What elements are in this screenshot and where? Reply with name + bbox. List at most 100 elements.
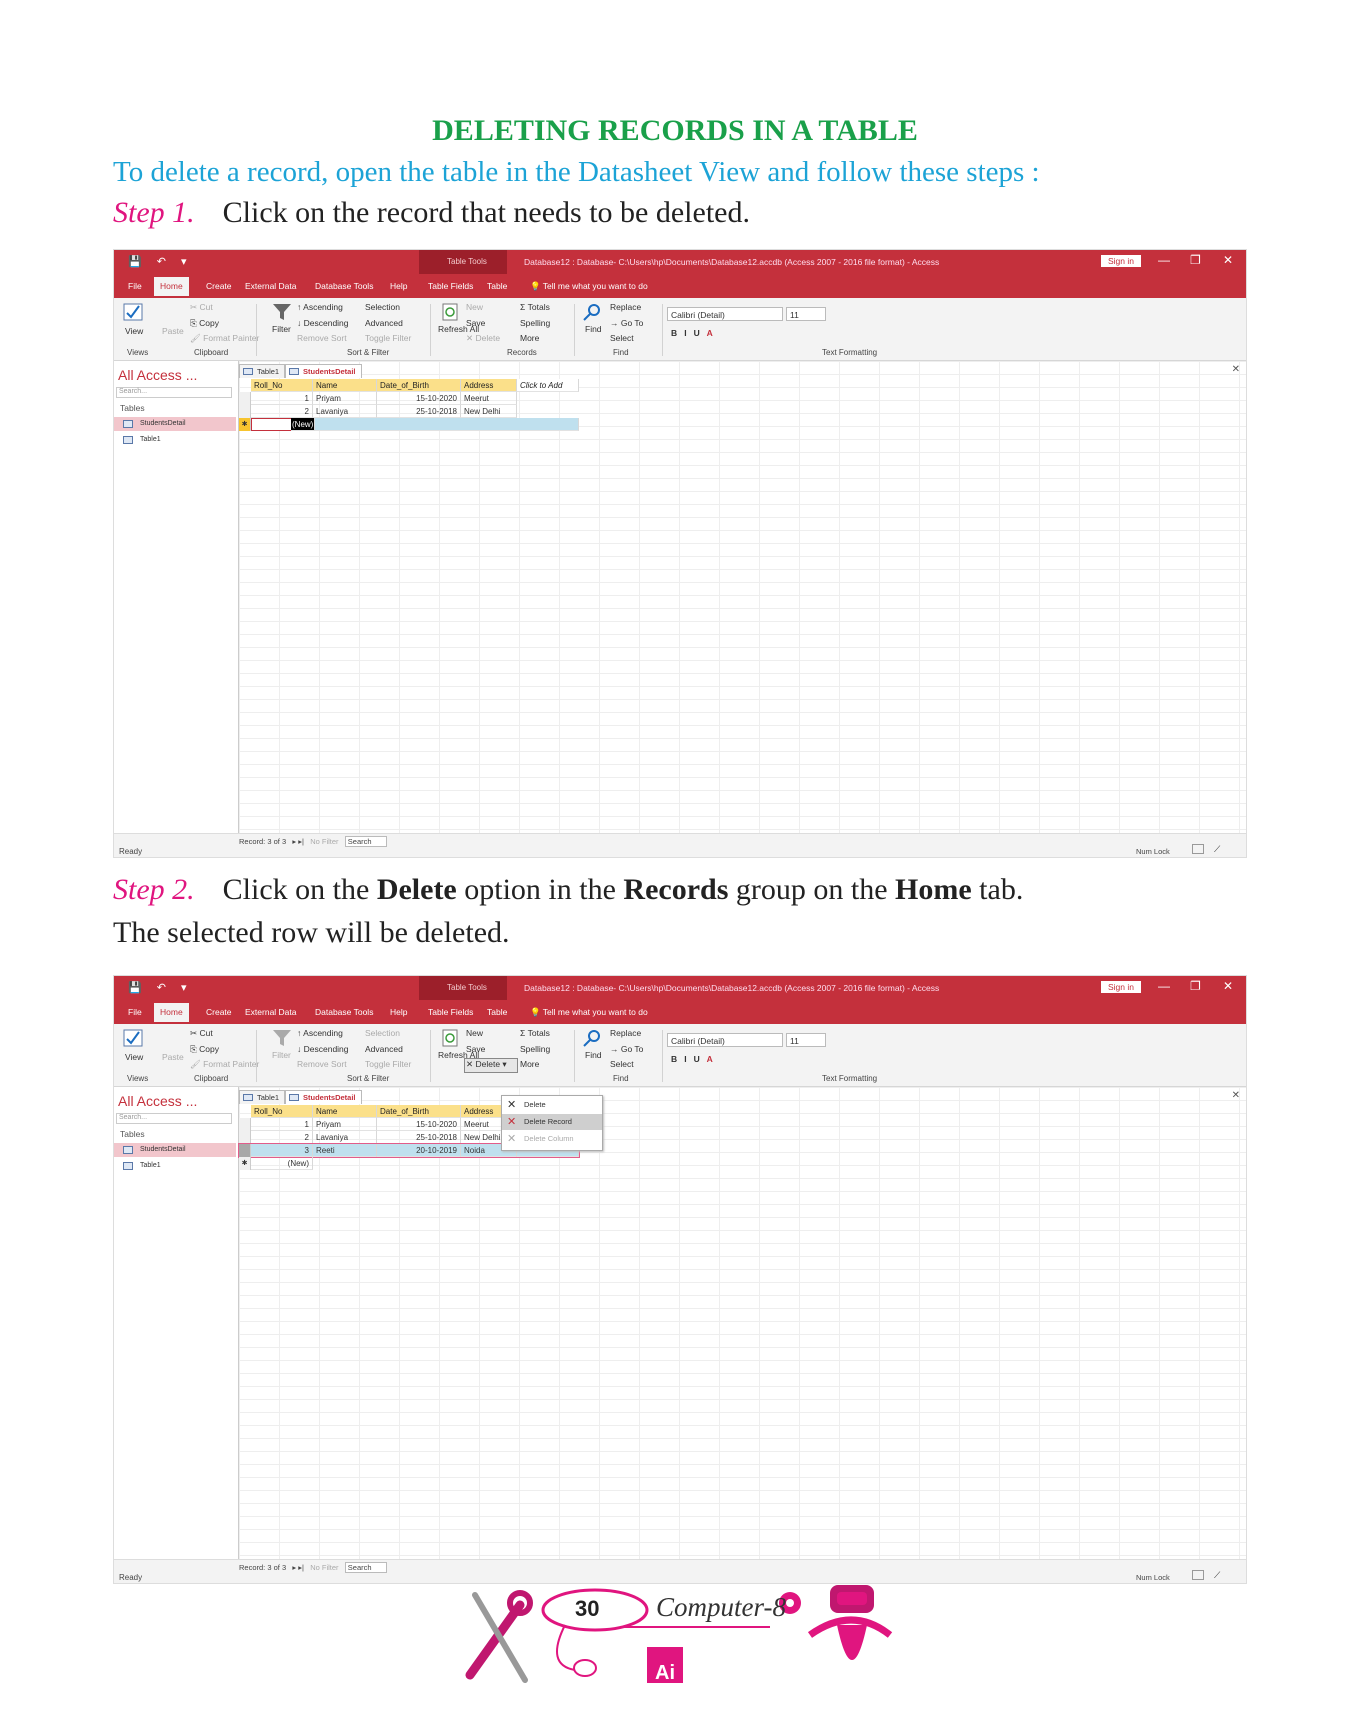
quick-access-icons[interactable]: 💾 ↶ ▾ [128, 255, 193, 268]
col-name[interactable]: Name [313, 1105, 377, 1118]
doc-tab-studentsdetail[interactable]: StudentsDetail [285, 1090, 362, 1104]
nav-item-studentsdetail[interactable]: StudentsDetail [114, 417, 236, 431]
select-button[interactable]: Select [610, 333, 634, 343]
nav-search-input[interactable]: Search... [116, 1113, 232, 1124]
col-dob[interactable]: Date_of_Birth [377, 379, 461, 392]
toggle-filter-button[interactable]: Toggle Filter [365, 333, 411, 343]
filter-icon[interactable] [272, 1029, 292, 1047]
tell-me-box[interactable]: 💡 Tell me what you want to do [530, 1007, 648, 1018]
tab-home[interactable]: Home [154, 1003, 189, 1022]
nav-pane-title[interactable]: All Access ... [118, 367, 197, 383]
advanced-button[interactable]: Advanced [365, 1044, 403, 1054]
more-button[interactable]: More [520, 1059, 539, 1069]
new-record-row[interactable]: ✱ (New) [239, 418, 579, 431]
save-record-button[interactable]: Save [466, 318, 485, 328]
font-name-select[interactable]: Calibri (Detail) [667, 1033, 783, 1047]
sign-in-button[interactable]: Sign in [1101, 255, 1141, 267]
paste-button[interactable]: Paste [162, 1052, 184, 1062]
view-button[interactable]: View [125, 326, 143, 336]
bold-button[interactable]: B I U A [671, 328, 713, 338]
close-doc-icon[interactable]: ✕ [1232, 364, 1240, 375]
tab-table-fields[interactable]: Table Fields [428, 1007, 473, 1017]
col-roll-no[interactable]: Roll_No [251, 379, 313, 392]
delete-record-button[interactable]: ✕ Delete ▾ [466, 1059, 507, 1070]
tab-table[interactable]: Table [487, 281, 507, 291]
copy-button[interactable]: ⎘ Copy [190, 1044, 219, 1055]
close-icon[interactable]: ✕ [1223, 979, 1233, 993]
toggle-filter-button[interactable]: Toggle Filter [365, 1059, 411, 1069]
go-to-button[interactable]: → Go To [610, 1044, 643, 1054]
design-view-icon[interactable]: ⟋ [1214, 1570, 1226, 1580]
font-name-select[interactable]: Calibri (Detail) [667, 307, 783, 321]
cut-button[interactable]: ✂ Cut [190, 302, 213, 313]
tab-database-tools[interactable]: Database Tools [315, 1007, 373, 1017]
font-size-select[interactable]: 11 [786, 307, 826, 321]
copy-button[interactable]: ⎘ Copy [190, 318, 219, 329]
selection-button[interactable]: Selection [365, 302, 400, 312]
minimize-icon[interactable]: — [1158, 253, 1170, 267]
col-roll-no[interactable]: Roll_No [251, 1105, 313, 1118]
close-icon[interactable]: ✕ [1223, 253, 1233, 267]
tab-table[interactable]: Table [487, 1007, 507, 1017]
format-painter-button[interactable]: 🖌 Format Painter [190, 1059, 259, 1070]
spelling-button[interactable]: Spelling [520, 318, 550, 328]
new-row-marker[interactable]: ✱ [239, 1157, 251, 1170]
totals-button[interactable]: Σ Totals [520, 302, 550, 312]
tab-external-data[interactable]: External Data [245, 1007, 297, 1017]
spelling-button[interactable]: Spelling [520, 1044, 550, 1054]
find-button[interactable]: Find [585, 324, 602, 334]
go-to-button[interactable]: → Go To [610, 318, 643, 328]
tell-me-box[interactable]: 💡 Tell me what you want to do [530, 281, 648, 292]
paste-button[interactable]: Paste [162, 326, 184, 336]
find-icon[interactable] [582, 1029, 602, 1047]
descending-button[interactable]: ↓ Descending [297, 1044, 349, 1054]
nav-search-input[interactable]: Search... [116, 387, 232, 398]
doc-tab-studentsdetail[interactable]: StudentsDetail [285, 364, 362, 378]
menu-item-delete-column[interactable]: ✕ Delete Column [502, 1131, 602, 1147]
doc-tab-table1[interactable]: Table1 [239, 1090, 286, 1104]
menu-item-delete-record[interactable]: ✕ Delete Record [502, 1114, 602, 1130]
record-navigator[interactable]: Record: 3 of 3 ▸ ▸| No Filter Search [239, 836, 387, 847]
design-view-icon[interactable]: ⟋ [1214, 844, 1226, 854]
ascending-button[interactable]: ↑ Ascending [297, 302, 343, 312]
view-icon[interactable] [123, 1029, 143, 1047]
col-name[interactable]: Name [313, 379, 377, 392]
bold-button[interactable]: B I U A [671, 1054, 713, 1064]
close-doc-icon[interactable]: ✕ [1232, 1090, 1240, 1101]
delete-record-button[interactable]: ✕ Delete [466, 333, 500, 344]
doc-tab-table1[interactable]: Table1 [239, 364, 286, 378]
ascending-button[interactable]: ↑ Ascending [297, 1028, 343, 1038]
view-button[interactable]: View [125, 1052, 143, 1062]
new-record-button[interactable]: New [466, 1028, 483, 1038]
advanced-button[interactable]: Advanced [365, 318, 403, 328]
record-navigator[interactable]: Record: 3 of 3 ▸ ▸| No Filter Search [239, 1562, 387, 1573]
new-record-button[interactable]: New [466, 302, 483, 312]
menu-item-delete[interactable]: ✕ Delete [502, 1097, 602, 1113]
tab-table-fields[interactable]: Table Fields [428, 281, 473, 291]
remove-sort-button[interactable]: Remove Sort [297, 333, 347, 343]
nav-section-tables[interactable]: Tables [120, 1129, 145, 1139]
nav-pane-title[interactable]: All Access ... [118, 1093, 197, 1109]
filter-icon[interactable] [272, 303, 292, 321]
view-icon[interactable] [123, 303, 143, 321]
tab-create[interactable]: Create [206, 281, 232, 291]
tab-external-data[interactable]: External Data [245, 281, 297, 291]
replace-button[interactable]: Replace [610, 1028, 641, 1038]
find-icon[interactable] [582, 303, 602, 321]
refresh-icon[interactable] [440, 1029, 460, 1047]
tab-help[interactable]: Help [390, 281, 407, 291]
nav-item-table1[interactable]: Table1 [114, 433, 236, 447]
datasheet-view-icon[interactable] [1192, 844, 1204, 854]
refresh-icon[interactable] [440, 303, 460, 321]
col-address[interactable]: Address [461, 379, 517, 392]
filter-button[interactable]: Filter [272, 324, 291, 334]
tab-file[interactable]: File [128, 1007, 142, 1017]
filter-button[interactable]: Filter [272, 1050, 291, 1060]
restore-icon[interactable]: ❐ [1190, 253, 1201, 267]
selection-button[interactable]: Selection [365, 1028, 400, 1038]
find-button[interactable]: Find [585, 1050, 602, 1060]
new-row-marker[interactable]: ✱ [239, 418, 251, 431]
nav-section-tables[interactable]: Tables [120, 403, 145, 413]
font-size-select[interactable]: 11 [786, 1033, 826, 1047]
col-dob[interactable]: Date_of_Birth [377, 1105, 461, 1118]
